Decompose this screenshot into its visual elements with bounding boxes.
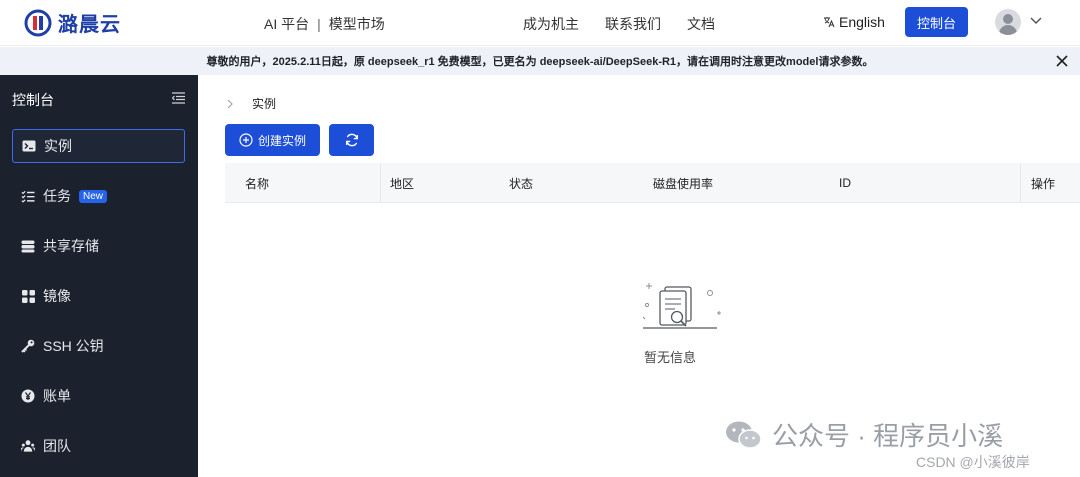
nav-model-market[interactable]: 模型市场 [329,14,385,34]
sidebar-item-images[interactable]: 镜像 [12,279,185,313]
sidebar-item-label: SSH 公钥 [43,338,104,354]
nav-ai-platform[interactable]: AI 平台 [264,14,309,34]
sidebar-item-label: 实例 [44,138,72,154]
create-instance-label: 创建实例 [257,133,306,148]
chevron-right-icon [227,99,233,108]
sidebar-item-shared-storage[interactable]: 共享存储 [12,229,185,263]
empty-state-icon [642,283,721,329]
column-header-name[interactable]: 名称 [245,163,269,203]
nav-docs[interactable]: 文档 [687,14,715,34]
terminal-icon [22,139,36,153]
create-instance-button[interactable]: 创建实例 [225,124,320,156]
language-label: English [839,14,885,30]
wechat-icon [726,421,762,449]
new-badge: New [79,189,108,203]
language-switch[interactable]: English [823,14,885,30]
close-icon[interactable] [1054,53,1070,69]
sidebar-item-billing[interactable]: 账单 [12,379,185,413]
sidebar-item-team[interactable]: 团队 [12,429,185,463]
watermark-wechat: 公众号 · 程序员小溪 [724,416,1003,453]
plus-circle-icon [239,133,253,147]
key-icon [21,339,35,353]
console-button[interactable]: 控制台 [905,7,968,37]
sidebar-item-instances[interactable]: 实例 [12,129,185,163]
watermark-line1: 公众号 · 程序员小溪 [772,421,1004,451]
column-header-actions: 操作 [1031,176,1056,191]
task-list-icon [21,189,35,203]
translate-icon [824,17,835,28]
sidebar-item-label: 镜像 [43,288,71,304]
collapse-menu-icon[interactable] [172,92,185,104]
breadcrumb: 实例 [226,95,276,112]
sidebar-item-ssh-keys[interactable]: SSH 公钥 [12,329,185,363]
sidebar-item-label: 账单 [43,388,71,404]
avatar[interactable] [995,9,1021,35]
chevron-down-icon[interactable] [1028,12,1044,28]
brand-logo[interactable]: 潞晨云 [24,8,121,37]
top-nav-links: 成为机主 联系我们 文档 [523,14,741,34]
sidebar-item-label: 任务 [43,188,71,204]
sidebar: 控制台 实例 任务 New 共享存储 镜像 SSH 公钥 账单 团队 [0,75,198,477]
announcement-text: 尊敬的用户，2025.2.11日起，原 deepseek_r1 免费模型，已更名… [206,56,874,68]
sidebar-item-tasks[interactable]: 任务 New [12,179,185,213]
empty-state-text: 暂无信息 [644,350,697,365]
watermark-csdn: CSDN @小溪彼岸 [916,454,1030,470]
sidebar-item-label: 团队 [43,438,71,454]
image-grid-icon [21,289,35,303]
top-nav-center: AI 平台 | 模型市场 [264,14,385,34]
team-icon [21,439,35,453]
refresh-icon [345,133,358,147]
sidebar-item-label: 共享存储 [43,238,99,254]
nav-contact-us[interactable]: 联系我们 [605,14,661,34]
top-navbar: 潞晨云 AI 平台 | 模型市场 成为机主 联系我们 文档 English 控制… [0,0,1080,46]
column-header-id[interactable]: ID [839,163,851,203]
announcement-bar: 尊敬的用户，2025.2.11日起，原 deepseek_r1 免费模型，已更名… [0,47,1080,75]
sidebar-title: 控制台 [12,92,54,108]
brand-name: 潞晨云 [58,14,121,36]
instances-table-header: 名称 地区 状态 磁盘使用率 ID 操作 [225,163,1080,203]
storage-icon [21,239,35,253]
nav-become-host[interactable]: 成为机主 [523,14,579,34]
yen-icon [21,389,35,403]
column-header-status[interactable]: 状态 [509,163,533,203]
brand-logo-icon [24,9,52,36]
column-header-disk-usage[interactable]: 磁盘使用率 [653,163,713,203]
nav-separator: | [317,16,321,32]
column-header-region[interactable]: 地区 [390,163,414,203]
refresh-button[interactable] [329,124,374,156]
breadcrumb-current: 实例 [252,97,277,111]
